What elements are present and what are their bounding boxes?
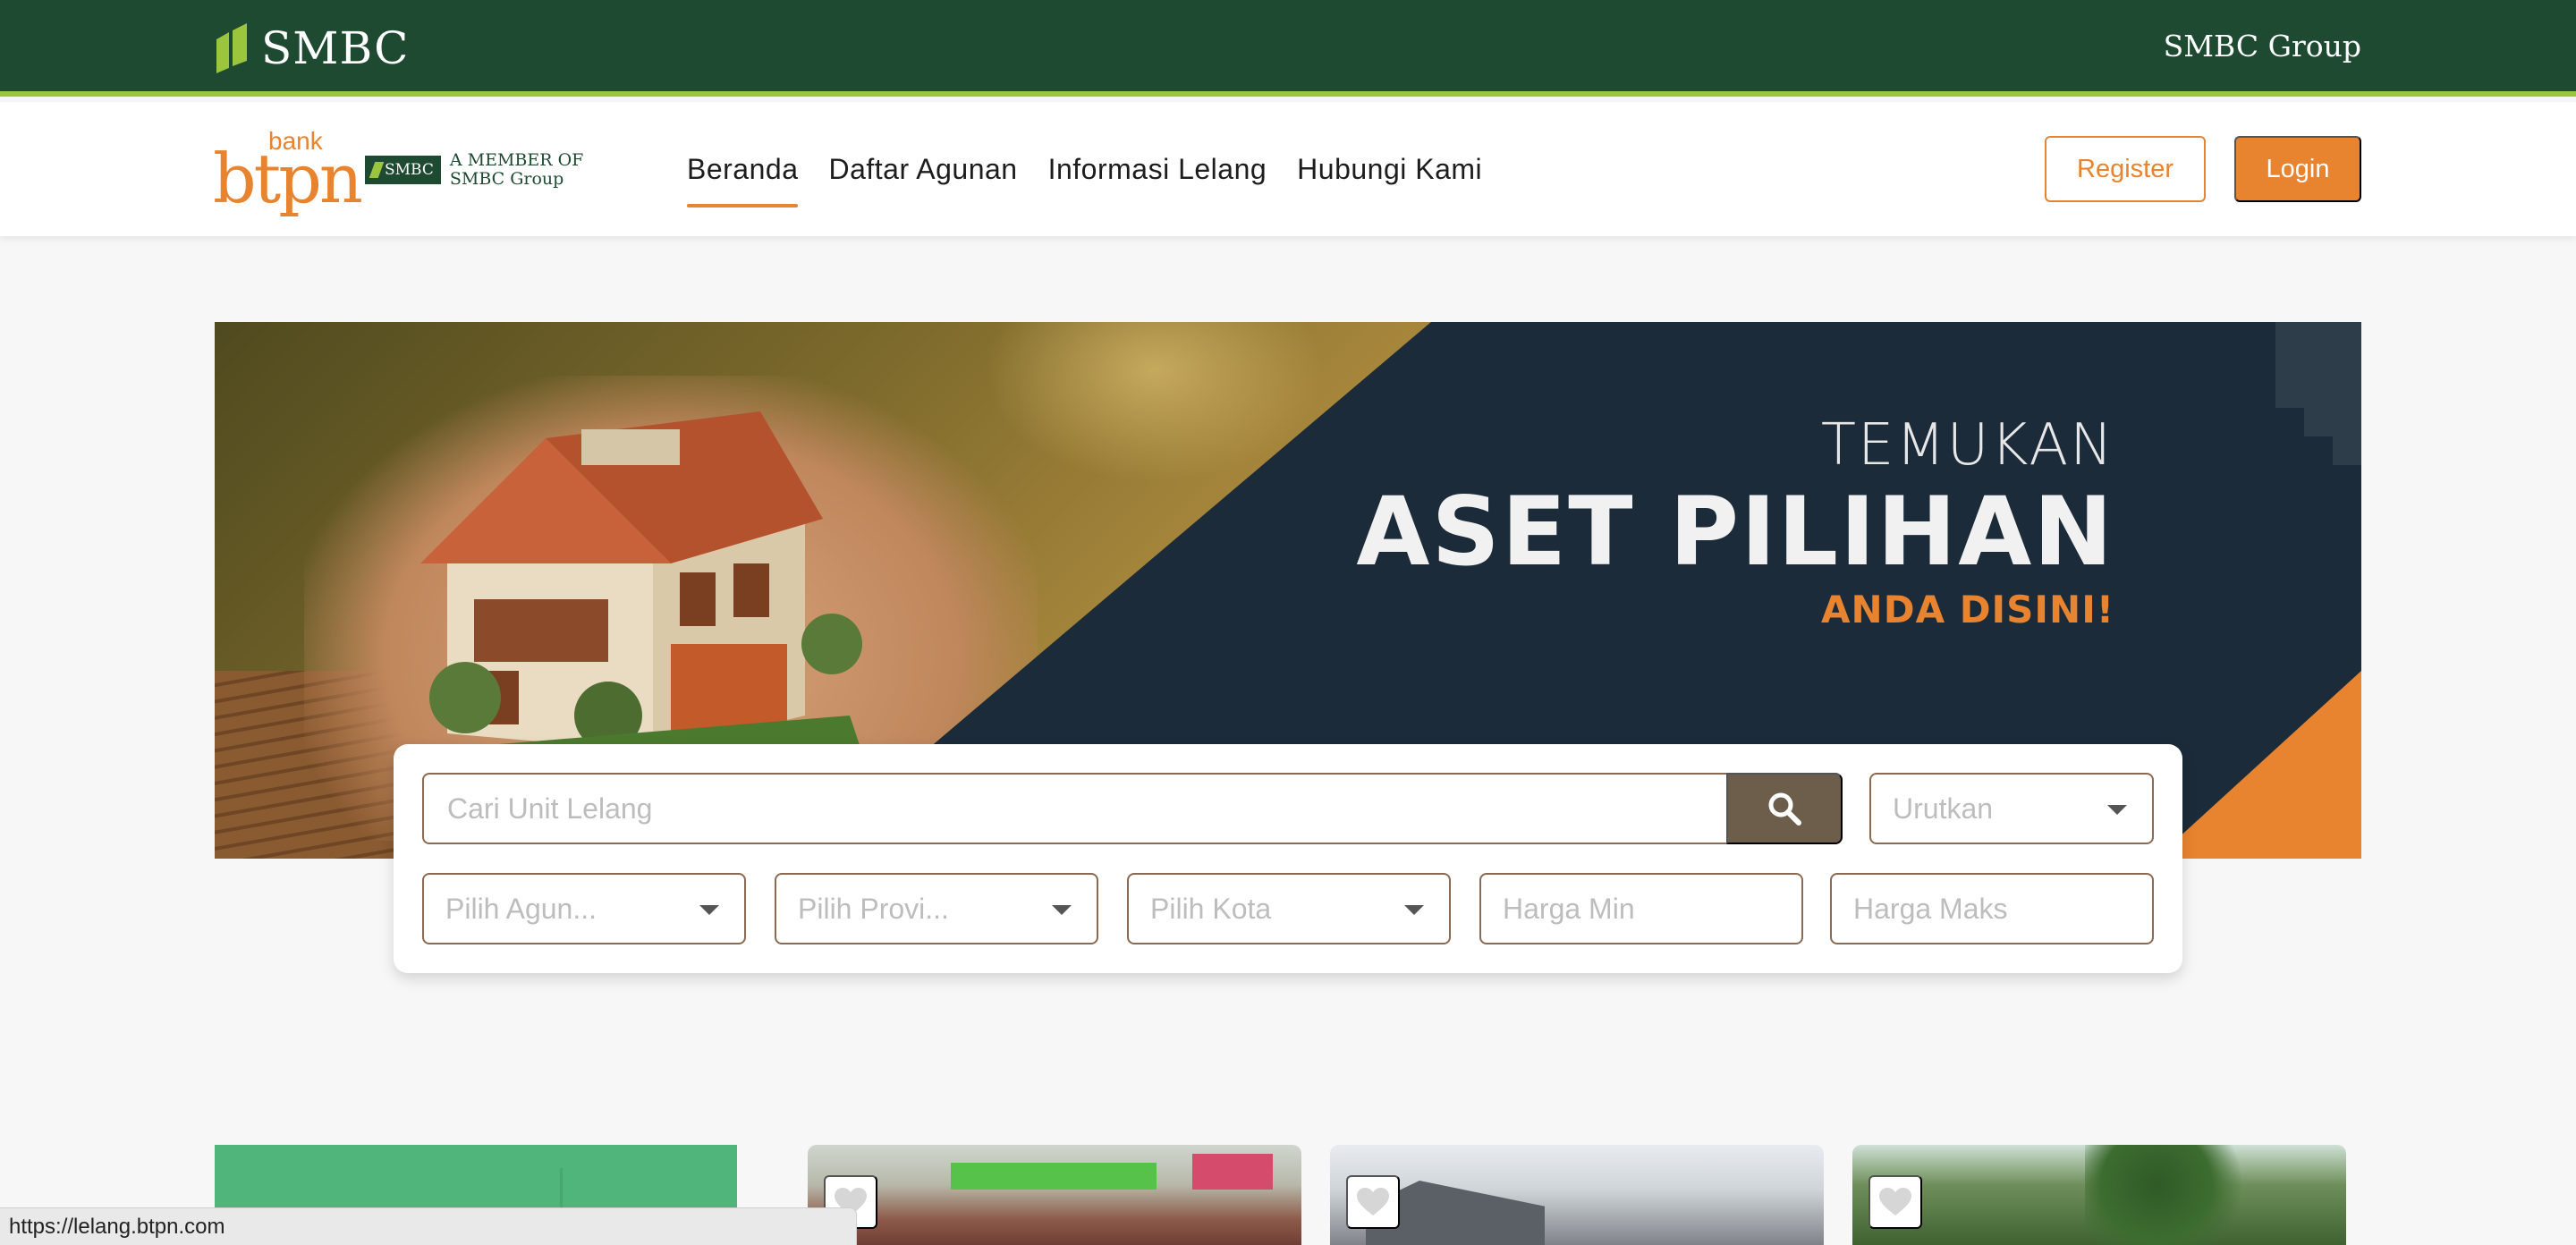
btpn-logo[interactable]: bank btpn SMBC A MEMBER OF SMBC Group xyxy=(213,127,583,213)
smbc-chip: SMBC xyxy=(365,156,441,184)
harga-min-placeholder: Harga Min xyxy=(1503,892,1635,925)
listing-photo-trees xyxy=(2085,1145,2264,1245)
heart-icon xyxy=(1879,1188,1911,1215)
nav-links: Beranda Daftar Agunan Informasi Lelang H… xyxy=(687,102,1482,236)
provinsi-select-value: Pilih Provi... xyxy=(798,892,949,925)
listing-photo-sign xyxy=(951,1163,1157,1190)
chevron-down-icon xyxy=(1404,905,1424,915)
search-button[interactable] xyxy=(1726,773,1843,844)
favorite-button[interactable] xyxy=(1868,1175,1922,1229)
listing-card[interactable] xyxy=(1330,1145,1824,1245)
login-button[interactable]: Login xyxy=(2234,136,2361,202)
search-icon xyxy=(1768,792,1801,826)
harga-min-field[interactable]: Harga Min xyxy=(1479,873,1803,944)
provinsi-select[interactable]: Pilih Provi... xyxy=(775,873,1098,944)
smbc-member-badge: SMBC A MEMBER OF SMBC Group xyxy=(365,151,583,189)
listing-card[interactable] xyxy=(808,1145,1301,1245)
sort-select-value: Urutkan xyxy=(1893,792,1994,825)
harga-maks-placeholder: Harga Maks xyxy=(1853,892,2008,925)
heart-icon xyxy=(1357,1188,1389,1215)
hero-line-3: ANDA DISINI! xyxy=(1821,588,2114,631)
chevron-down-icon xyxy=(699,905,719,915)
smbc-logo-text: SMBC xyxy=(261,22,410,74)
btpn-wordmark: bank btpn xyxy=(213,127,363,213)
smbc-group-link[interactable]: SMBC Group xyxy=(2164,29,2361,64)
main-navbar: bank btpn SMBC A MEMBER OF SMBC Group Be… xyxy=(0,102,2576,236)
search-box xyxy=(422,773,1730,844)
smbc-logo[interactable]: SMBC xyxy=(213,21,409,75)
kota-select[interactable]: Pilih Kota xyxy=(1127,873,1451,944)
smbc-mini-leaf-icon xyxy=(369,162,385,178)
hero-step-pattern xyxy=(2275,322,2361,465)
status-bar-url: https://lelang.btpn.com xyxy=(0,1207,857,1245)
member-text: A MEMBER OF SMBC Group xyxy=(450,151,583,189)
kota-select-value: Pilih Kota xyxy=(1150,892,1272,925)
agunan-select[interactable]: Pilih Agun... xyxy=(422,873,746,944)
hero-line-1: TEMUKAN xyxy=(1820,412,2114,479)
search-panel: Urutkan Pilih Agun... Pilih Provi... Pil… xyxy=(394,744,2182,973)
listing-photo-sign xyxy=(1192,1154,1273,1190)
nav-item-informasi-lelang[interactable]: Informasi Lelang xyxy=(1048,102,1267,236)
hero-gold-light xyxy=(984,322,1324,483)
hero-orange-corner xyxy=(2156,671,2361,859)
harga-maks-field[interactable]: Harga Maks xyxy=(1830,873,2154,944)
smbc-chip-text: SMBC xyxy=(385,161,434,179)
nav-item-daftar-agunan[interactable]: Daftar Agunan xyxy=(828,102,1017,236)
chevron-down-icon xyxy=(1052,905,1072,915)
sort-select[interactable]: Urutkan xyxy=(1869,773,2154,844)
hero-line-2: ASET PILIHAN xyxy=(1356,477,2114,587)
listing-card[interactable] xyxy=(1852,1145,2346,1245)
agunan-select-value: Pilih Agun... xyxy=(445,892,597,925)
smbc-top-bar: SMBC SMBC Group xyxy=(0,0,2576,97)
nav-item-hubungi-kami[interactable]: Hubungi Kami xyxy=(1297,102,1482,236)
register-button[interactable]: Register xyxy=(2045,136,2206,202)
member-line-2: SMBC Group xyxy=(449,169,564,189)
favorite-button[interactable] xyxy=(1346,1175,1400,1229)
member-line-1: A MEMBER OF xyxy=(449,150,584,170)
house-illustration xyxy=(411,411,868,787)
btpn-name: btpn xyxy=(213,139,363,218)
chevron-down-icon xyxy=(2107,805,2127,815)
smbc-leaf-icon xyxy=(216,23,247,73)
hero-headline: TEMUKAN ASET PILIHAN ANDA DISINI! xyxy=(1356,411,2114,635)
nav-item-beranda[interactable]: Beranda xyxy=(687,102,799,236)
search-input[interactable] xyxy=(424,775,1730,843)
